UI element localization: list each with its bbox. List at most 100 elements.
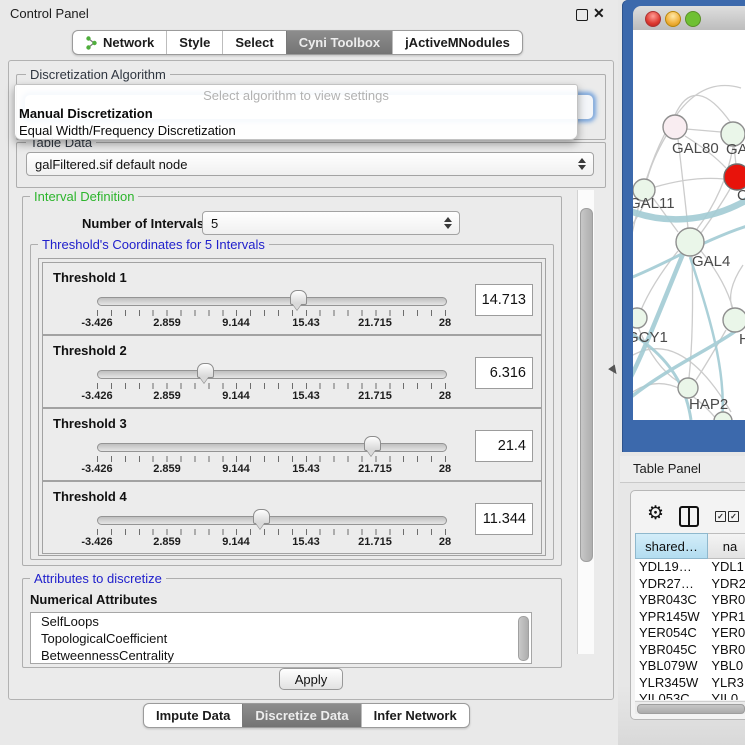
threshold-1-value-field[interactable]: 14.713: [475, 284, 533, 316]
tick-label: 2.859: [153, 390, 181, 402]
threshold-1-slider-track[interactable]: [97, 297, 447, 306]
threshold-3-label: Threshold 3: [53, 416, 127, 431]
checkbox-icon[interactable]: ✓: [728, 511, 739, 522]
threshold-2-row: Threshold 2 -3.426 2.859 9.144 15.43 21.…: [42, 335, 542, 408]
node-label-gal80: GAL80: [672, 140, 719, 157]
threshold-1-row: Threshold 1 -3.426 2.859 9.144 15.43 21.…: [42, 262, 542, 335]
tick-label: -3.426: [81, 317, 112, 329]
network-node-bottom[interactable]: [714, 412, 732, 420]
slider-ticks: [97, 383, 446, 389]
tick-label: 21.715: [358, 463, 392, 475]
node-label-hap2: HAP2: [689, 396, 728, 413]
network-node-hap2[interactable]: [678, 378, 698, 398]
numerical-attributes-list: SelfLoops TopologicalCoefficient Between…: [30, 612, 532, 664]
threshold-3-row: Threshold 3 -3.426 2.859 9.144 15.43 21.…: [42, 408, 542, 481]
screen: Control Panel ✕ Network Style Select Cyn…: [0, 0, 745, 745]
tick-label: 28: [439, 536, 451, 548]
table-row[interactable]: YDL19…YDL1: [635, 559, 745, 576]
float-window-icon[interactable]: [576, 9, 588, 21]
panel-scrollbar-track[interactable]: [577, 190, 594, 654]
table-row[interactable]: YBR045CYBR0: [635, 642, 745, 659]
node-label-gcy1: GCY1: [633, 329, 668, 346]
tab-jactivemnodules[interactable]: jActiveMNodules: [392, 31, 522, 54]
list-item[interactable]: TopologicalCoefficient: [31, 630, 531, 647]
close-traffic-light-icon[interactable]: [645, 11, 661, 27]
tab-impute-data[interactable]: Impute Data: [144, 704, 242, 727]
threshold-4-value-field[interactable]: 11.344: [475, 503, 533, 535]
threshold-1-label: Threshold 1: [53, 270, 127, 285]
split-columns-icon[interactable]: [679, 506, 699, 527]
list-item[interactable]: SelfLoops: [31, 613, 531, 630]
threshold-2-slider-track[interactable]: [97, 370, 447, 379]
tab-cyni-toolbox[interactable]: Cyni Toolbox: [286, 31, 392, 54]
table-panel-titlebar: Table Panel: [620, 456, 745, 483]
table-data-combobox-value: galFiltered.sif default node: [35, 157, 187, 172]
table-row[interactable]: YIL053CYIL0: [635, 691, 745, 700]
threshold-3-slider-track[interactable]: [97, 443, 447, 452]
tick-label: 15.43: [292, 317, 320, 329]
node-label-gal4: GAL4: [692, 253, 730, 270]
apply-button[interactable]: Apply: [279, 668, 343, 690]
attributes-group-label: Attributes to discretize: [30, 571, 166, 586]
list-item[interactable]: BetweennessCentrality: [31, 647, 531, 664]
table-hscrollbar-thumb[interactable]: [637, 704, 745, 714]
tick-label: 28: [439, 463, 451, 475]
table-data-combobox[interactable]: galFiltered.sif default node: [26, 152, 594, 176]
threshold-2-value-field[interactable]: 6.316: [475, 357, 533, 389]
table-panel-title: Table Panel: [633, 461, 701, 476]
node-label-clipped: C: [737, 187, 745, 204]
checkbox-icon[interactable]: ✓: [715, 511, 726, 522]
close-icon[interactable]: ✕: [593, 5, 605, 22]
menu-item-placeholder: Select algorithm to view settings: [15, 87, 577, 104]
table-body: YDL19…YDL1 YDR27…YDR2 YBR043CYBR0 YPR145…: [635, 559, 745, 700]
slider-ticks: [97, 310, 446, 316]
control-panel-titlebar: Control Panel ✕: [0, 0, 620, 26]
network-node-gal80[interactable]: [663, 115, 687, 139]
tab-select[interactable]: Select: [222, 31, 285, 54]
tick-label: 21.715: [358, 317, 392, 329]
tick-label: -3.426: [81, 463, 112, 475]
threshold-1-slider-thumb[interactable]: [290, 290, 307, 305]
list-scrollbar-thumb[interactable]: [518, 616, 529, 661]
tick-label: 9.144: [222, 536, 250, 548]
tab-style[interactable]: Style: [166, 31, 222, 54]
tab-discretize-data[interactable]: Discretize Data: [242, 704, 360, 727]
network-canvas[interactable]: GAL80 GA C GAL11 GAL4 GCY1 H HAP2: [633, 30, 745, 420]
zoom-traffic-light-icon[interactable]: [685, 11, 701, 27]
table-row[interactable]: YBR043CYBR0: [635, 592, 745, 609]
table-row[interactable]: YDR27…YDR2: [635, 576, 745, 593]
threshold-4-slider-thumb[interactable]: [253, 509, 270, 524]
number-of-intervals-combobox[interactable]: 5: [202, 211, 460, 235]
threshold-3-slider-thumb[interactable]: [364, 436, 381, 451]
table-hscrollbar-track[interactable]: [635, 701, 745, 714]
tab-infer-network[interactable]: Infer Network: [361, 704, 469, 727]
tab-network[interactable]: Network: [73, 31, 166, 54]
panel-scrollbar-thumb[interactable]: [580, 208, 593, 562]
tick-label: 9.144: [222, 317, 250, 329]
number-of-intervals-label: Number of Intervals: [82, 216, 204, 231]
threshold-3-value-field[interactable]: 21.4: [475, 430, 533, 462]
tick-label: 15.43: [292, 463, 320, 475]
table-row[interactable]: YER054CYER0: [635, 625, 745, 642]
network-node-gcy1[interactable]: [633, 308, 647, 328]
network-icon: [85, 36, 98, 50]
tick-label: 28: [439, 317, 451, 329]
table-row[interactable]: YBL079WYBL0: [635, 658, 745, 675]
slider-ticks: [97, 529, 446, 535]
network-node-h[interactable]: [723, 308, 745, 332]
threshold-2-slider-thumb[interactable]: [197, 363, 214, 378]
gear-icon[interactable]: ⚙: [647, 504, 664, 523]
table-row[interactable]: YPR145WYPR1: [635, 609, 745, 626]
column-header-name[interactable]: na: [708, 533, 745, 559]
menu-item-manual-discretization[interactable]: Manual Discretization: [15, 105, 581, 122]
threshold-4-slider-track[interactable]: [97, 516, 447, 525]
minimize-traffic-light-icon[interactable]: [665, 11, 681, 27]
network-window-titlebar[interactable]: [633, 6, 745, 31]
threshold-4-row: Threshold 4 -3.426 2.859 9.144 15.43 21.…: [42, 481, 542, 554]
column-header-shared-name[interactable]: shared…: [635, 533, 708, 559]
network-node-gal4[interactable]: [676, 228, 704, 256]
tick-label: -3.426: [81, 536, 112, 548]
menu-item-equal-width-frequency[interactable]: Equal Width/Frequency Discretization: [15, 122, 581, 139]
cyni-mode-tabbar: Impute Data Discretize Data Infer Networ…: [143, 703, 470, 728]
table-row[interactable]: YLR345WYLR3: [635, 675, 745, 692]
